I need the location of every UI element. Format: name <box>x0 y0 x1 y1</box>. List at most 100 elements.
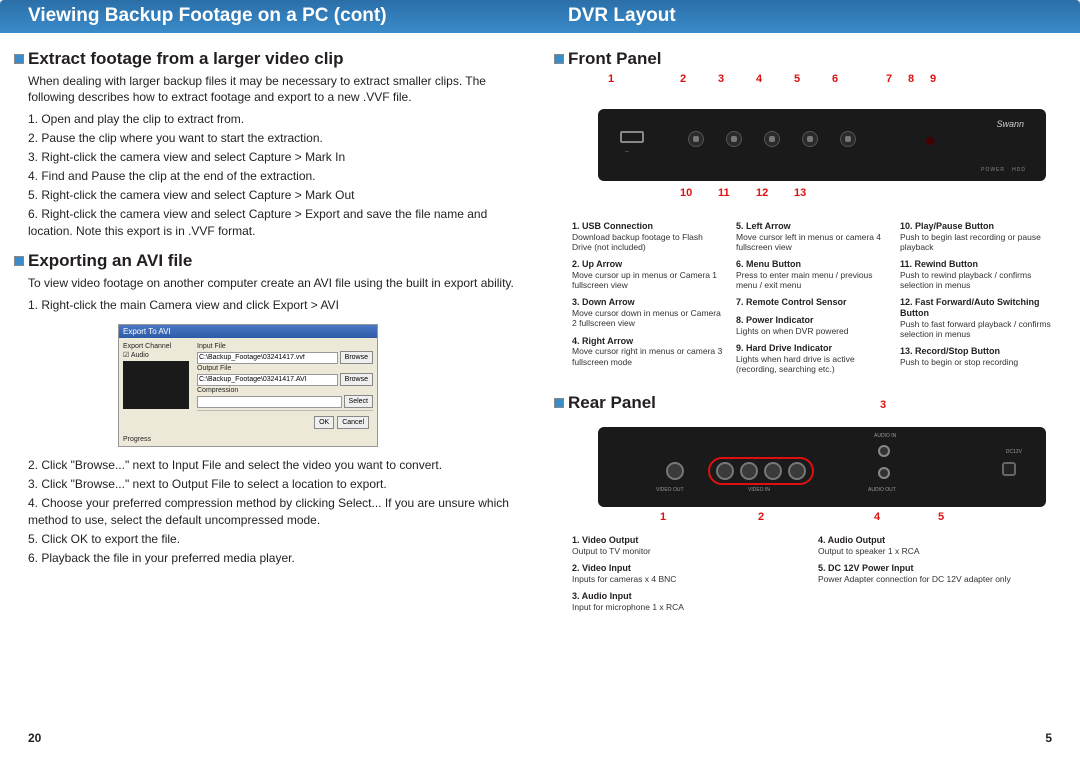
brand-logo: Swann <box>996 119 1024 129</box>
input-file-field[interactable] <box>197 352 338 364</box>
dialog-title: Export To AVI <box>119 325 377 338</box>
legend-title: 5. Left Arrow <box>736 221 791 231</box>
legend-desc: Move cursor up in menus or Camera 1 full… <box>572 270 724 290</box>
legend-title: 6. Menu Button <box>736 259 801 269</box>
dc-jack-icon <box>1002 462 1016 476</box>
callout: 1 <box>608 73 614 85</box>
front-legend: 1. USB ConnectionDownload backup footage… <box>572 221 1052 381</box>
export-channel-label: Export Channel <box>123 343 193 350</box>
legend-title: 13. Record/Stop Button <box>900 346 1000 356</box>
legend-desc: Push to fast forward playback / confirms… <box>900 319 1052 339</box>
device-text: DC12V <box>1006 449 1022 455</box>
bnc-connector-icon <box>764 462 782 480</box>
legend-desc: Push to begin or stop recording <box>900 357 1052 367</box>
ir-sensor-icon <box>926 137 934 145</box>
callout: 4 <box>756 73 762 85</box>
step: 2. Click "Browse..." next to Input File … <box>28 457 516 474</box>
step: 3. Right-click the camera view and selec… <box>28 149 516 166</box>
legend-title: 7. Remote Control Sensor <box>736 297 847 307</box>
callout: 9 <box>930 73 936 85</box>
left-page: Viewing Backup Footage on a PC (cont) Ex… <box>0 0 540 763</box>
input-file-label: Input File <box>197 343 237 350</box>
audio-label: Audio <box>131 352 149 359</box>
callout: 1 <box>660 511 666 523</box>
preview-thumbnail <box>123 361 189 409</box>
browse-output-button[interactable]: Browse <box>340 373 373 386</box>
callout: 5 <box>938 511 944 523</box>
legend-desc: Download backup footage to Flash Drive (… <box>572 232 724 252</box>
rear-legend: 1. Video OutputOutput to TV monitor 2. V… <box>572 535 1052 619</box>
bnc-connector-icon <box>666 462 684 480</box>
legend-title: 11. Rewind Button <box>900 259 978 269</box>
export-dialog: Export To AVI Export Channel ☑ Audio Inp… <box>118 324 378 447</box>
callout: 7 <box>886 73 892 85</box>
rca-connector-icon <box>878 467 890 479</box>
step: 4. Find and Pause the clip at the end of… <box>28 168 516 185</box>
legend-desc: Push to rewind playback / confirms selec… <box>900 270 1052 290</box>
output-file-field[interactable] <box>197 374 338 386</box>
step: 6. Right-click the camera view and selec… <box>28 206 516 241</box>
step: 5. Click OK to export the file. <box>28 531 516 548</box>
legend-title: 2. Video Input <box>572 563 631 573</box>
front-callouts-bottom: 10 11 12 13 <box>598 187 1046 217</box>
front-panel-device: ⇔ Swann POWER HDD <box>598 109 1046 181</box>
device-button <box>764 131 780 147</box>
legend-desc: Push to begin last recording or pause pl… <box>900 232 1052 252</box>
legend-title: 5. DC 12V Power Input <box>818 563 914 573</box>
callout: 10 <box>680 187 692 199</box>
legend-title: 4. Right Arrow <box>572 336 633 346</box>
step: 2. Pause the clip where you want to star… <box>28 130 516 147</box>
device-button <box>688 131 704 147</box>
browse-input-button[interactable]: Browse <box>340 351 373 364</box>
legend-desc: Move cursor left in menus or camera 4 fu… <box>736 232 888 252</box>
legend-title: 1. USB Connection <box>572 221 653 231</box>
right-header: DVR Layout <box>540 0 1080 33</box>
step: 5. Right-click the camera view and selec… <box>28 187 516 204</box>
legend-desc: Output to speaker 1 x RCA <box>818 546 1052 556</box>
rear-callouts: 1 2 3 4 5 <box>598 509 1046 531</box>
legend-title: 8. Power Indicator <box>736 315 814 325</box>
callout: 5 <box>794 73 800 85</box>
select-button[interactable]: Select <box>344 395 373 408</box>
legend-desc: Lights when hard drive is active (record… <box>736 354 888 374</box>
legend-title: 1. Video Output <box>572 535 638 545</box>
callout: 12 <box>756 187 768 199</box>
legend-title: 2. Up Arrow <box>572 259 622 269</box>
legend-desc: Input for microphone 1 x RCA <box>572 602 806 612</box>
page-number-right: 5 <box>1045 731 1052 745</box>
usb-port-icon <box>620 131 644 143</box>
callout: 3 <box>718 73 724 85</box>
legend-desc: Move cursor right in menus or camera 3 f… <box>572 346 724 366</box>
rear-panel-device: AUDIO IN VIDEO OUT VIDEO IN AUDIO OUT DC… <box>598 427 1046 507</box>
device-text: VIDEO OUT <box>656 487 684 493</box>
callout: 3 <box>880 399 886 411</box>
device-text: AUDIO IN <box>874 433 896 439</box>
ok-button[interactable]: OK <box>314 416 334 429</box>
callout: 13 <box>794 187 806 199</box>
device-button <box>726 131 742 147</box>
audio-checkbox[interactable]: ☑ Audio <box>123 351 193 359</box>
usb-label: ⇔ <box>624 149 630 155</box>
device-button <box>802 131 818 147</box>
step: 1. Right-click the main Camera view and … <box>28 297 516 314</box>
bnc-connector-icon <box>716 462 734 480</box>
section-avi-title: Exporting an AVI file <box>28 251 516 271</box>
front-callouts-top: 1 2 3 4 5 6 7 8 9 <box>598 73 1046 91</box>
cancel-button[interactable]: Cancel <box>337 416 369 429</box>
right-page: DVR Layout Front Panel 1 2 3 4 5 6 7 8 9… <box>540 0 1080 763</box>
compression-field[interactable] <box>197 396 342 408</box>
bnc-group <box>708 457 814 485</box>
front-panel-title: Front Panel <box>568 49 1056 69</box>
callout: 8 <box>908 73 914 85</box>
step: 6. Playback the file in your preferred m… <box>28 550 516 567</box>
callout: 11 <box>718 187 730 199</box>
callout: 2 <box>758 511 764 523</box>
device-text: AUDIO OUT <box>868 487 896 493</box>
device-button <box>840 131 856 147</box>
step: 3. Click "Browse..." next to Output File… <box>28 476 516 493</box>
section-extract-intro: When dealing with larger backup files it… <box>28 73 516 105</box>
legend-title: 9. Hard Drive Indicator <box>736 343 832 353</box>
progress-label: Progress <box>119 436 377 446</box>
legend-desc: Power Adapter connection for DC 12V adap… <box>818 574 1052 584</box>
callout: 2 <box>680 73 686 85</box>
